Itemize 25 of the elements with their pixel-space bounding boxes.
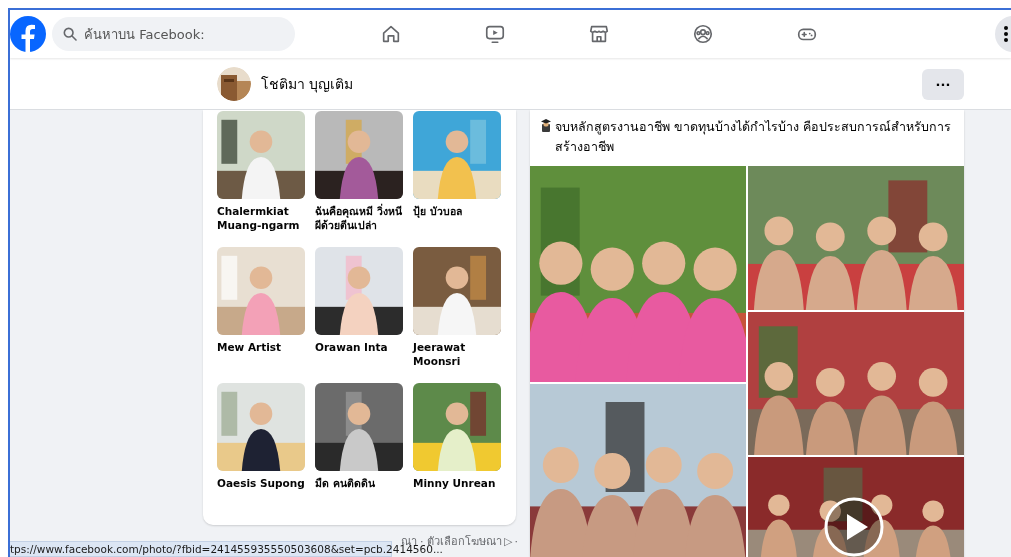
friend-name[interactable]: Mew Artist [217, 340, 305, 354]
friend-name[interactable]: ฉันคือคุณหมี วิ่งหนีผีด้วยตีนเปล่า [315, 204, 403, 232]
shop-icon [588, 23, 610, 45]
friend-name[interactable]: Oaesis Supong [217, 476, 305, 490]
people-icon [692, 23, 714, 45]
friend-name[interactable]: Jeerawat Moonsri [413, 340, 501, 368]
video-icon [484, 23, 506, 45]
graduate-icon [541, 119, 551, 132]
ad-choices-icon[interactable]: ▷ [504, 534, 513, 548]
search-field[interactable]: ค้นหาบน Facebook: [52, 17, 295, 51]
menu-icon [1003, 25, 1009, 43]
home-icon [380, 23, 402, 45]
friend-name[interactable]: Orawan Inta [315, 340, 403, 354]
facebook-logo[interactable] [10, 16, 46, 52]
more-button[interactable]: ··· [922, 69, 964, 100]
footer-dot: · [514, 534, 518, 548]
play-icon[interactable] [824, 497, 884, 557]
friend-name[interactable]: Chalermkiat Muang-ngarm [217, 204, 305, 232]
friend-name[interactable]: ปุ้ย บัวบอล [413, 204, 501, 218]
avatar[interactable] [217, 66, 251, 101]
search-icon [62, 26, 78, 42]
friend-name[interactable]: มืด คนติดดิน [315, 476, 403, 490]
friend-name[interactable]: Minny Unrean [413, 476, 501, 490]
post-text: จบหลักสูตรงานอาชีพ ขาดทุนบ้างได้กำไรบ้าง คือประสบการณ์สำหรับการสร้างอาชีพ [555, 118, 952, 156]
profile-name[interactable]: โชติมา บุญเติม [261, 72, 354, 95]
